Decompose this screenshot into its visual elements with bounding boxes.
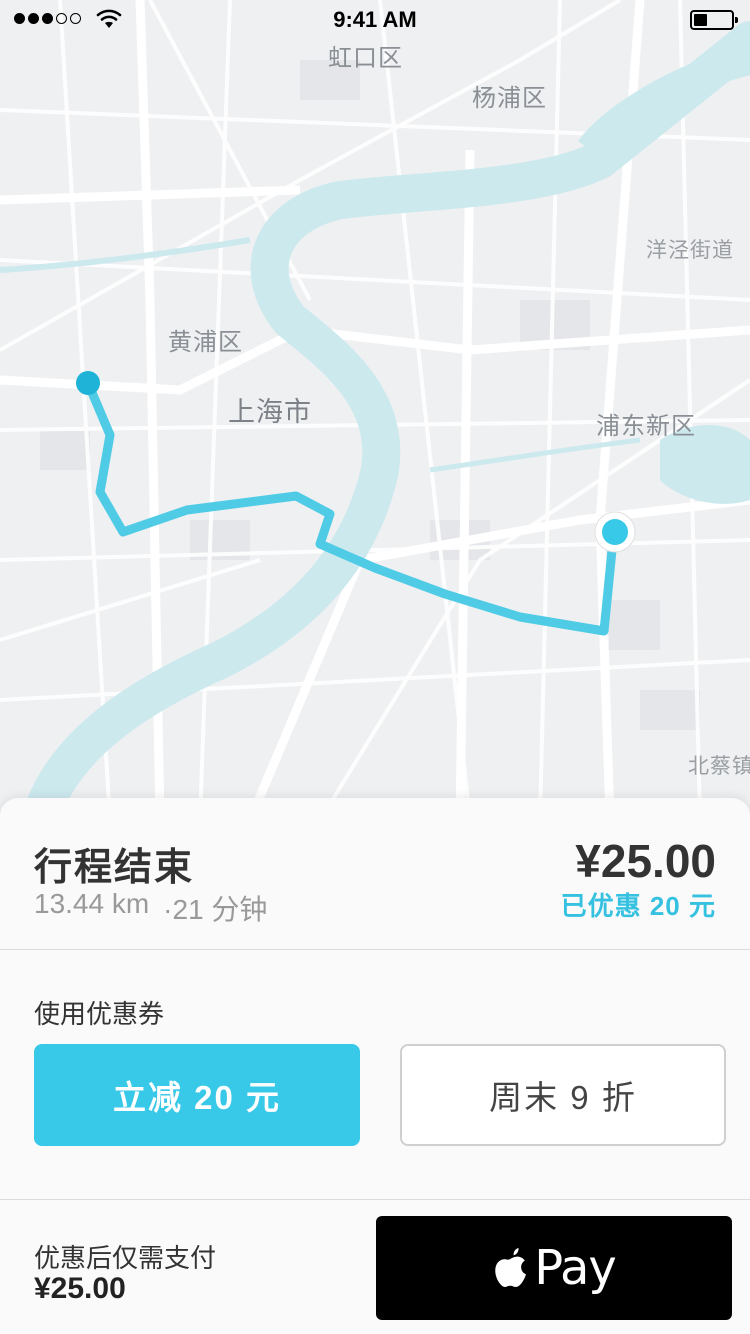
- apple-pay-button[interactable]: Pay: [376, 1216, 732, 1320]
- map-view[interactable]: 虹口区 杨浦区 洋泾街道 黄浦区 上海市 浦东新区 北蔡镇: [0, 0, 750, 820]
- coupon-section-title: 使用优惠券: [34, 999, 165, 1029]
- map-label-yangjing: 洋泾街道: [646, 239, 734, 262]
- trip-info: 行程结束 13.44 km ·21 分钟 ¥25.00 已优惠 20 元: [0, 798, 750, 950]
- map-label-shanghai: 上海市: [228, 397, 312, 427]
- map-label-pudong: 浦东新区: [596, 413, 696, 440]
- payment-amount: ¥25.00: [34, 1272, 126, 1305]
- coupon-option-discount-20[interactable]: 立减 20 元: [34, 1044, 360, 1146]
- apple-logo-icon: [495, 1248, 527, 1287]
- trip-distance: 13.44 km: [34, 888, 150, 919]
- start-point-icon: [76, 371, 100, 395]
- status-bar: 9:41 AM: [0, 0, 750, 40]
- map-label-yangpu: 杨浦区: [472, 85, 547, 112]
- coupon-option-weekend-10-off[interactable]: 周末 9 折: [400, 1044, 726, 1146]
- battery-icon: [690, 10, 738, 30]
- trip-summary-sheet: 行程结束 13.44 km ·21 分钟 ¥25.00 已优惠 20 元 使用优…: [0, 798, 750, 1334]
- map-label-beicai: 北蔡镇: [688, 755, 750, 778]
- payment-label: 优惠后仅需支付: [34, 1243, 217, 1273]
- status-time: 9:41 AM: [333, 7, 417, 32]
- end-point-icon: [594, 511, 636, 553]
- map-label-huangpu: 黄浦区: [168, 329, 243, 356]
- map-label-hongkou: 虹口区: [328, 45, 403, 72]
- apple-pay-label: Pay: [534, 1240, 617, 1296]
- discount-amount: 已优惠 20 元: [560, 891, 716, 921]
- trip-title: 行程结束: [34, 847, 195, 889]
- payment-section: 优惠后仅需支付 ¥25.00 Pay: [0, 1200, 750, 1334]
- trip-fare: ¥25.00: [575, 835, 716, 887]
- trip-duration: ·21 分钟: [163, 894, 268, 925]
- trip-meta: 13.44 km ·21 分钟: [34, 888, 267, 928]
- coupon-section: 使用优惠券 立减 20 元 周末 9 折: [0, 950, 750, 1200]
